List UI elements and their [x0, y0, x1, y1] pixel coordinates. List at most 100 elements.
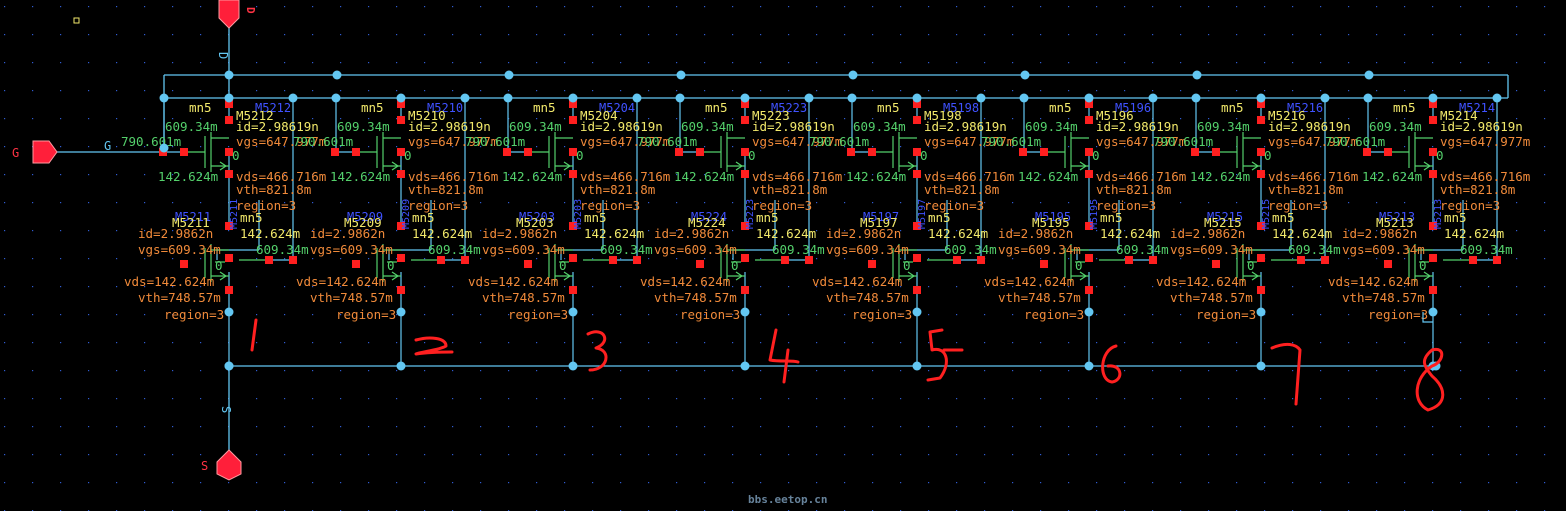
net-label-g: G — [104, 139, 111, 153]
bottom-drain-voltage: 142.624m — [584, 226, 644, 241]
junction-dot — [568, 361, 578, 371]
bottom-model-label: mn5 — [584, 210, 607, 225]
top-id: id=2.98619n — [752, 119, 835, 134]
top-device-labels: mn5 M5198M5198609.34m id=2.98619n790.601m v… — [809, 100, 1014, 213]
handwritten-digit-6 — [1101, 344, 1122, 384]
bottom-vertical-label: M5195 — [1089, 199, 1100, 229]
bottom-id: id=2.9862n — [1342, 226, 1417, 241]
junction-dot — [331, 93, 341, 103]
top-bulk: 0 — [232, 148, 240, 163]
bottom-vertical-label: M5211 — [229, 199, 240, 229]
top-device-labels: mn5 M5210M5210609.34m id=2.98619n790.601m v… — [293, 100, 498, 213]
junction-dot — [460, 93, 470, 103]
junction-dot — [159, 93, 169, 103]
top-id: id=2.98619n — [408, 119, 491, 134]
top-device-labels: mn5 M5216M5216609.34m id=2.98619n790.601m v… — [1153, 100, 1358, 213]
top-gate-offset: 790.601m — [1153, 134, 1213, 149]
bottom-vds: vds=142.624m — [296, 274, 386, 289]
bottom-gate-voltage: 609.34m — [944, 242, 997, 257]
bottom-region: region=3 — [508, 307, 568, 322]
junction-dot — [740, 361, 750, 371]
bottom-model-label: mn5 — [412, 210, 435, 225]
bottom-vth: vth=748.57m — [1170, 290, 1253, 305]
bottom-id: id=2.9862n — [998, 226, 1073, 241]
top-gate-offset: 790.601m — [293, 134, 353, 149]
top-gate-offset: 790.601m — [121, 134, 181, 149]
transistor-cells: mn5 M5212M5212609.34m id=2.98619n790.601m v… — [121, 98, 1530, 366]
junction-dot — [224, 307, 234, 317]
junction-dot — [332, 70, 342, 80]
bottom-gate-voltage: 609.34m — [428, 242, 481, 257]
top-device-labels: mn5 M5204M5204609.34m id=2.98619n790.601m v… — [465, 100, 670, 213]
top-device-labels: mn5 M5196M5196609.34m id=2.98619n790.601m v… — [981, 100, 1186, 213]
bottom-gate-voltage: 609.34m — [256, 242, 309, 257]
bottom-id: id=2.9862n — [826, 226, 901, 241]
top-id: id=2.98619n — [236, 119, 319, 134]
bottom-bulk: 0 — [215, 258, 223, 273]
top-left-voltage: 609.34m — [165, 119, 218, 134]
bottom-drain-voltage: 142.624m — [928, 226, 988, 241]
top-vth: vth=821.8m — [752, 182, 827, 197]
bottom-vgs: vgs=609.34m — [826, 242, 909, 257]
bottom-id: id=2.9862n — [138, 226, 213, 241]
bottom-vds: vds=142.624m — [1156, 274, 1246, 289]
cell-8: mn5 M5214M5214609.34m id=2.98619n790.601m v… — [1325, 98, 1530, 366]
junction-dot — [1256, 361, 1266, 371]
bottom-gate-voltage: 609.34m — [1288, 242, 1341, 257]
junction-dot — [632, 93, 642, 103]
junction-dot — [503, 93, 513, 103]
junction-dot — [159, 143, 169, 153]
top-left-voltage: 609.34m — [681, 119, 734, 134]
junction-dot — [568, 307, 578, 317]
pin-d[interactable]: D — [218, 0, 257, 29]
bottom-vth: vth=748.57m — [482, 290, 565, 305]
bottom-drain-voltage: 142.624m — [412, 226, 472, 241]
top-model-label: mn5 — [705, 100, 728, 115]
bottom-vgs: vgs=609.34m — [654, 242, 737, 257]
top-vgs: vgs=647.977m — [1440, 134, 1530, 149]
top-gate-offset: 790.601m — [809, 134, 869, 149]
bottom-drain-voltage: 142.624m — [1444, 226, 1504, 241]
bottom-region: region=3 — [852, 307, 912, 322]
top-source-voltage: 142.624m — [1190, 169, 1250, 184]
junction-dot — [1320, 93, 1330, 103]
junction-dot — [1364, 70, 1374, 80]
junction-dot — [740, 93, 750, 103]
top-device-labels: mn5 M5214M5214609.34m id=2.98619n790.601m v… — [1325, 100, 1530, 213]
bottom-vgs: vgs=609.34m — [310, 242, 393, 257]
bottom-vth: vth=748.57m — [1342, 290, 1425, 305]
handwritten-digit-5 — [926, 328, 964, 382]
top-source-voltage: 142.624m — [502, 169, 562, 184]
junction-dot — [847, 93, 857, 103]
bottom-model-label: mn5 — [240, 210, 263, 225]
handwritten-digit-3 — [586, 330, 608, 372]
top-vth: vth=821.8m — [408, 182, 483, 197]
bottom-vgs: vgs=609.34m — [1342, 242, 1425, 257]
top-source-voltage: 142.624m — [158, 169, 218, 184]
bottom-vds: vds=142.624m — [640, 274, 730, 289]
top-id: id=2.98619n — [924, 119, 1007, 134]
bottom-region: region=3 — [1196, 307, 1256, 322]
top-bulk: 0 — [1436, 148, 1444, 163]
bottom-vth: vth=748.57m — [654, 290, 737, 305]
junction-dot — [224, 361, 234, 371]
top-model-label: mn5 — [361, 100, 384, 115]
top-source-voltage: 142.624m — [1018, 169, 1078, 184]
bottom-drain-voltage: 142.624m — [240, 226, 300, 241]
handwritten-digit-8 — [1415, 347, 1445, 412]
bottom-id: id=2.9862n — [654, 226, 729, 241]
handwritten-digit-4 — [768, 328, 800, 384]
top-vth: vth=821.8m — [1268, 182, 1343, 197]
bottom-id: id=2.9862n — [482, 226, 557, 241]
bottom-vds: vds=142.624m — [1328, 274, 1418, 289]
bottom-vgs: vgs=609.34m — [482, 242, 565, 257]
bottom-bulk: 0 — [559, 258, 567, 273]
bottom-vertical-label: M5197 — [917, 199, 928, 229]
top-id: id=2.98619n — [1096, 119, 1179, 134]
junction-dot — [1084, 361, 1094, 371]
pin-g[interactable]: G — [12, 140, 58, 164]
junction-dot — [1192, 70, 1202, 80]
pin-s[interactable]: S — [201, 449, 242, 481]
top-bulk: 0 — [1092, 148, 1100, 163]
bottom-vds: vds=142.624m — [812, 274, 902, 289]
